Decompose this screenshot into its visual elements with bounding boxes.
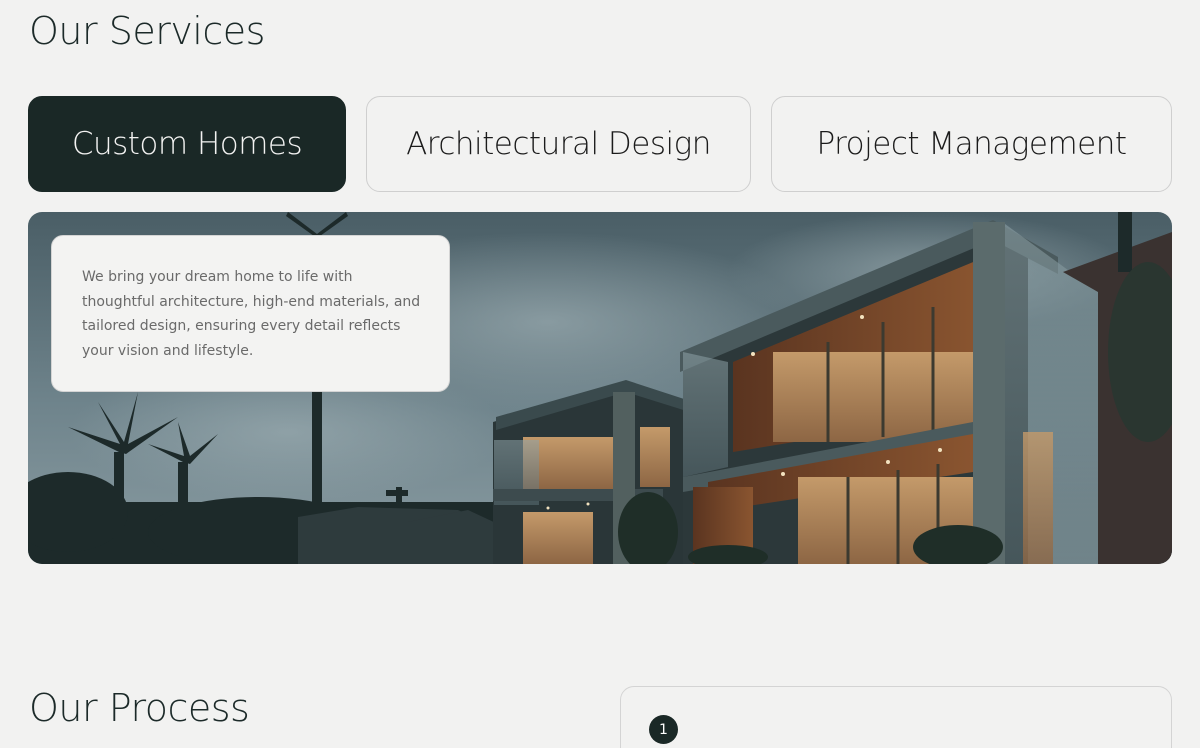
tab-project-management[interactable]: Project Management xyxy=(771,96,1172,192)
services-title: Our Services xyxy=(29,9,265,53)
step-number-badge: 1 xyxy=(649,715,678,744)
process-step-card: 1 xyxy=(620,686,1172,748)
tab-architectural-design[interactable]: Architectural Design xyxy=(366,96,751,192)
page: Our Services Custom Homes Architectural … xyxy=(0,0,1200,748)
service-description-text: We bring your dream home to life with th… xyxy=(82,269,421,359)
process-title: Our Process xyxy=(29,686,250,730)
tab-custom-homes[interactable]: Custom Homes xyxy=(28,96,346,192)
service-description-card: We bring your dream home to life with th… xyxy=(51,235,450,392)
